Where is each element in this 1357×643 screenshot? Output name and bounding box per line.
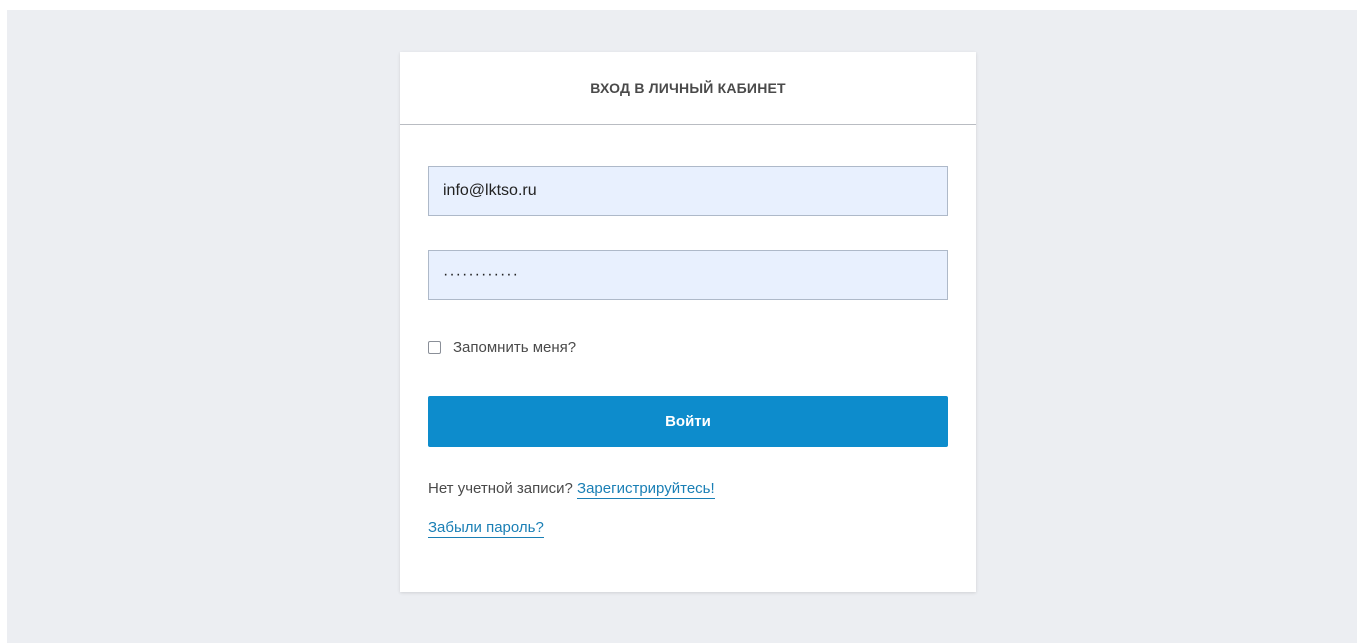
login-title: ВХОД В ЛИЧНЫЙ КАБИНЕТ [590,80,786,96]
password-input[interactable] [428,250,948,300]
no-account-text: Нет учетной записи? [428,480,573,497]
remember-me-label: Запомнить меня? [453,339,577,356]
checkbox-icon[interactable] [428,341,441,354]
signup-prompt: Нет учетной записи? Зарегистрируйтесь! [428,480,715,499]
register-link[interactable]: Зарегистрируйтесь! [577,480,715,499]
remember-me-checkbox[interactable]: Запомнить меня? [428,339,576,356]
login-card: ВХОД В ЛИЧНЫЙ КАБИНЕТ Запомнить меня? Во… [400,52,976,592]
email-input[interactable] [428,166,948,216]
login-button[interactable]: Войти [428,396,948,447]
card-header: ВХОД В ЛИЧНЫЙ КАБИНЕТ [400,52,976,125]
forgot-password-row: Забыли пароль? [428,519,544,538]
forgot-password-link[interactable]: Забыли пароль? [428,519,544,538]
